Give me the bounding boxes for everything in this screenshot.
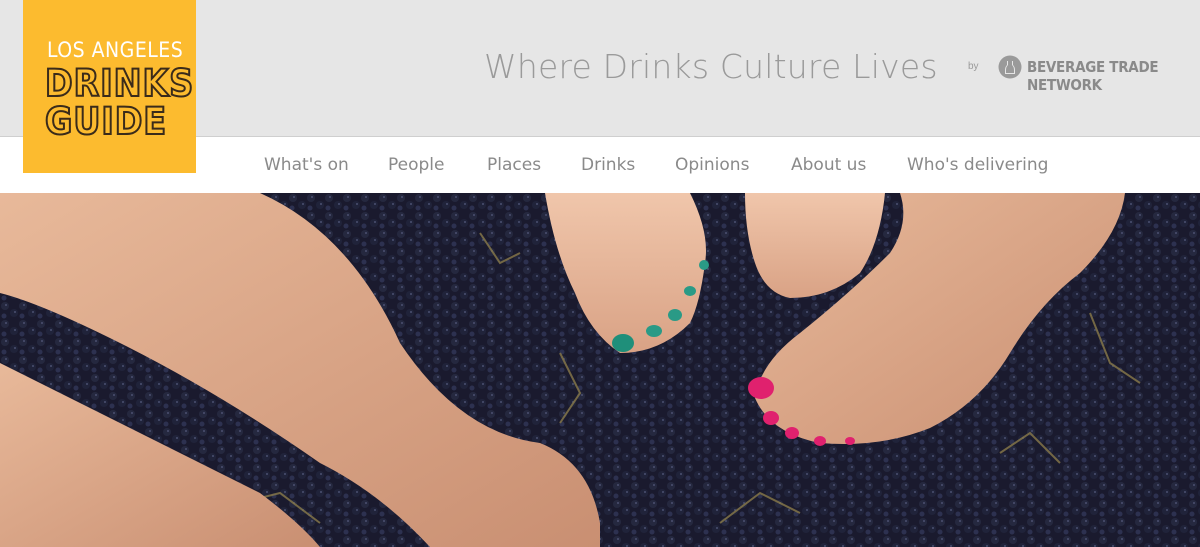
- nav-item-whats-on[interactable]: What's on: [264, 155, 349, 175]
- nav-item-whos-delivering[interactable]: Who's delivering: [907, 155, 1048, 175]
- logo-line-1: LOS ANGELES: [47, 38, 184, 62]
- logo-line-3: GUIDE: [44, 100, 168, 143]
- nav-item-people[interactable]: People: [388, 155, 444, 175]
- nav-item-opinions[interactable]: Opinions: [675, 155, 749, 175]
- feet-in-grapes-image: [0, 193, 1200, 547]
- nav-item-about-us[interactable]: About us: [791, 155, 866, 175]
- hero-image: [0, 193, 1200, 547]
- logo-line-2: DRINKS: [44, 62, 195, 105]
- nav-item-places[interactable]: Places: [487, 155, 541, 175]
- by-label: by: [968, 61, 979, 72]
- beverage-trade-network-icon[interactable]: [998, 55, 1022, 79]
- site-logo[interactable]: LOS ANGELES DRINKS GUIDE: [23, 0, 196, 173]
- partner-link[interactable]: BEVERAGE TRADE NETWORK: [1027, 58, 1200, 94]
- nav-item-drinks[interactable]: Drinks: [581, 155, 635, 175]
- tagline: Where Drinks Culture Lives: [484, 47, 938, 86]
